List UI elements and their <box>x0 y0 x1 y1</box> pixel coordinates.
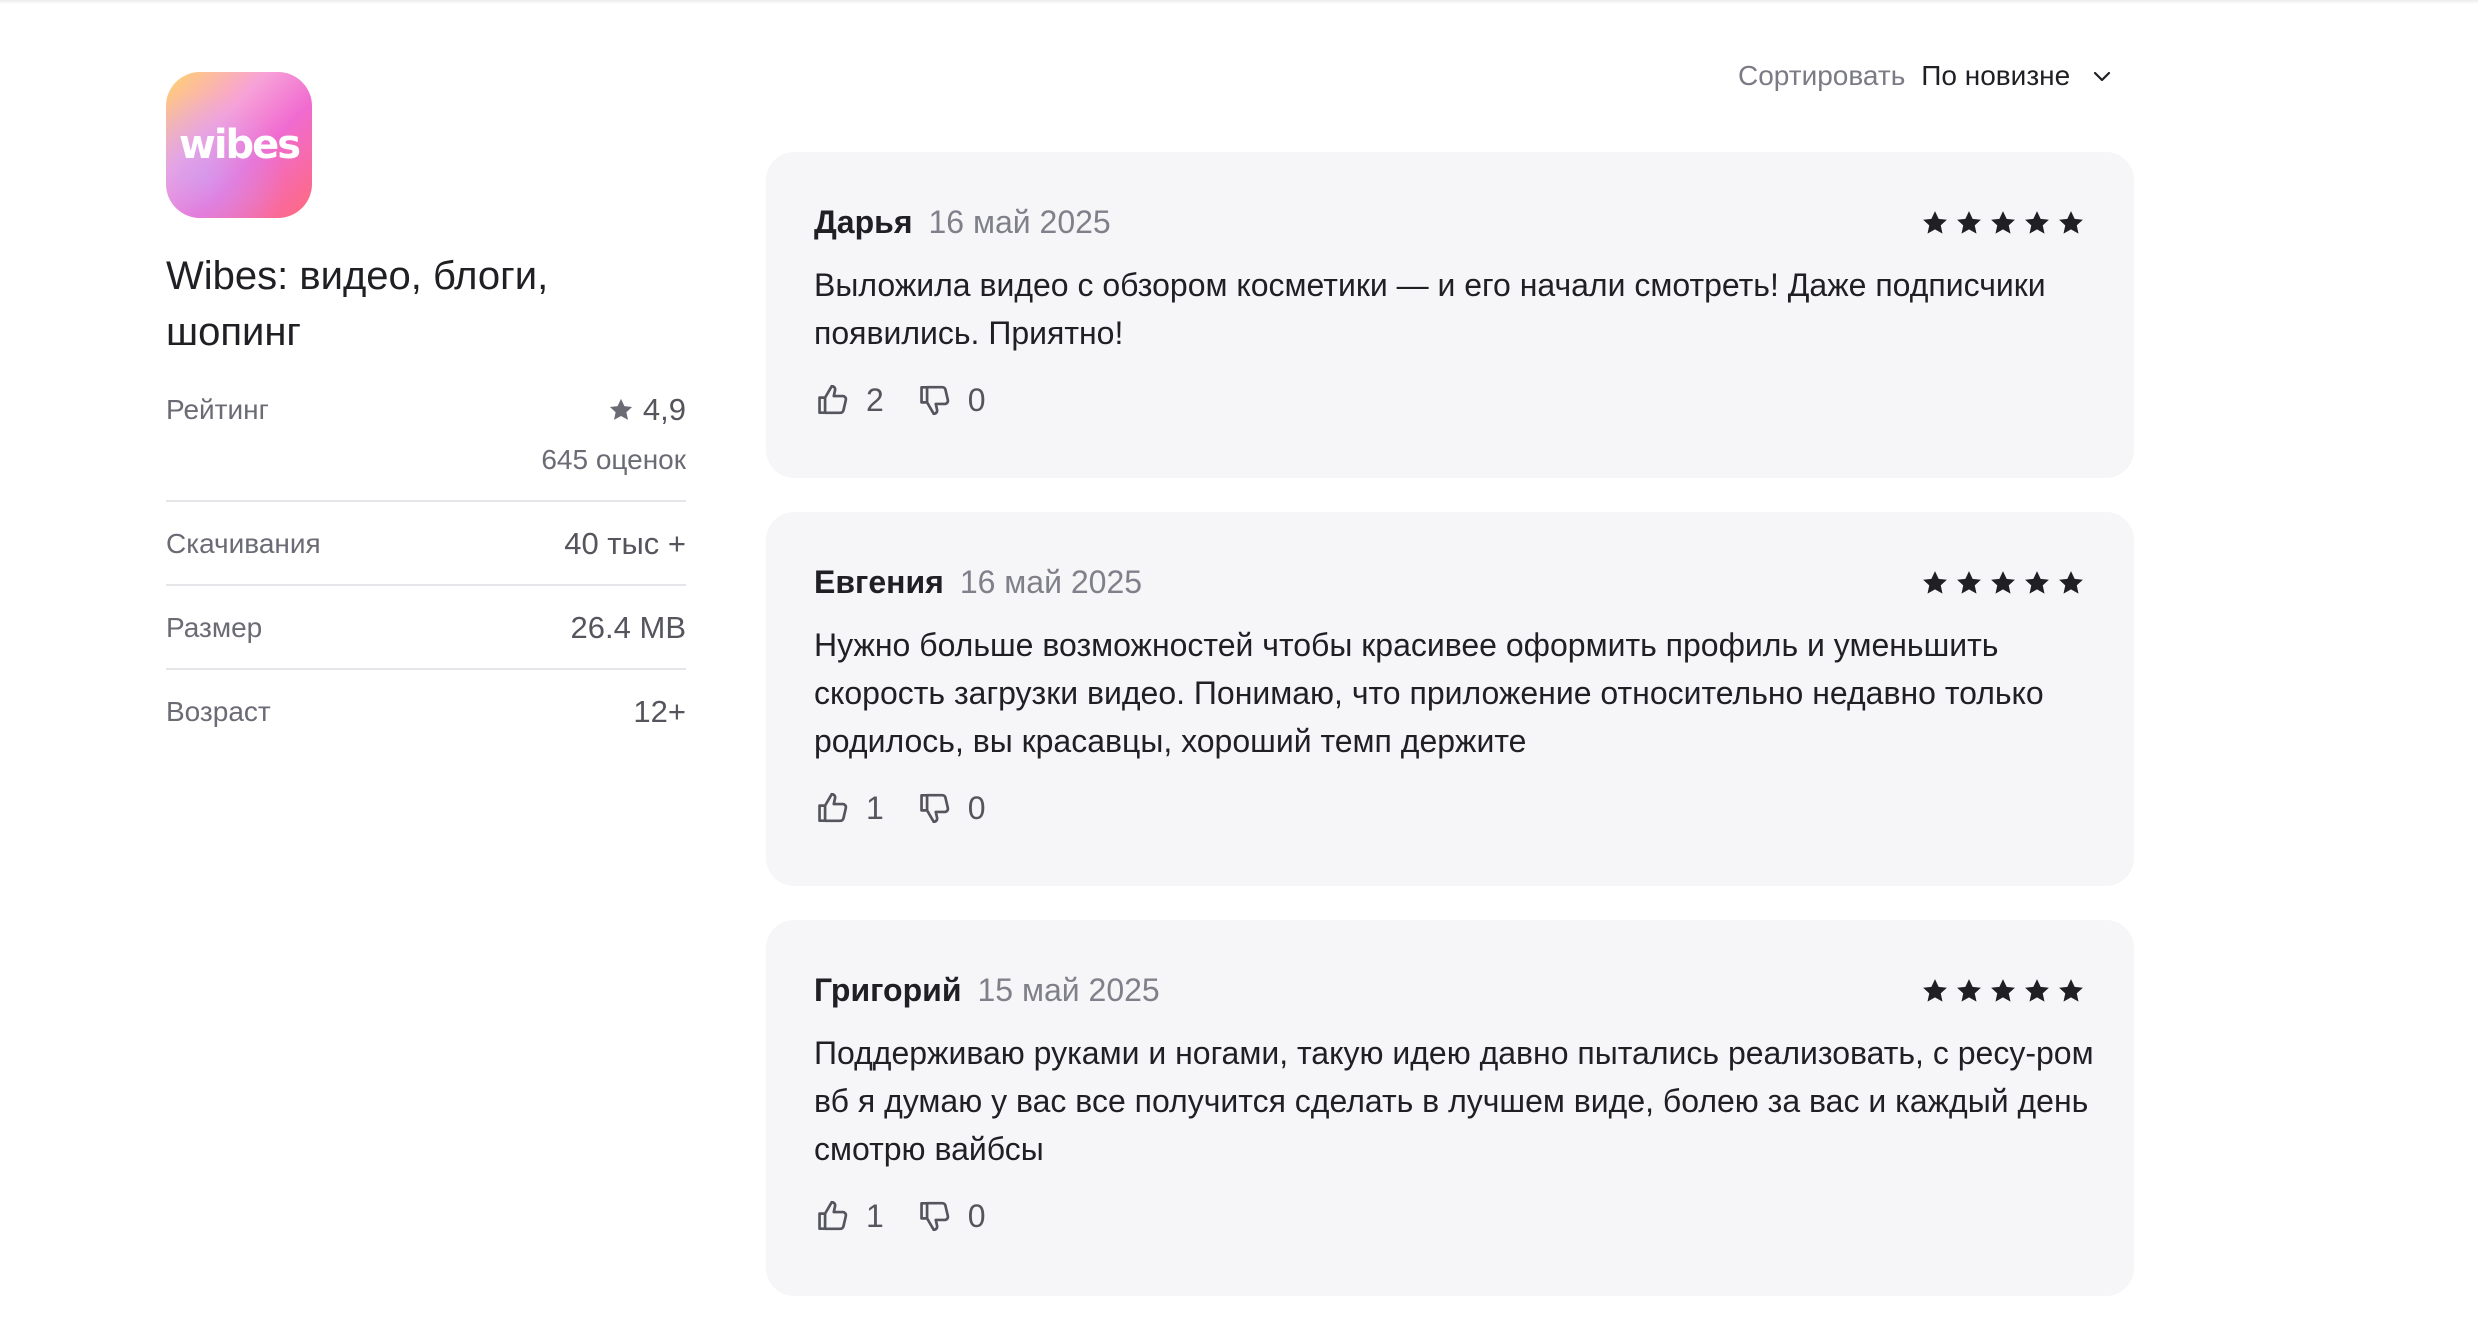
sort-dropdown[interactable]: По новизне <box>1921 56 2070 96</box>
star-icon <box>1923 978 1947 1002</box>
rating-value: 4,9 <box>642 392 686 427</box>
star-icon <box>2025 210 2049 234</box>
dislike-count: 0 <box>967 789 986 826</box>
star-icon <box>1991 978 2015 1002</box>
chevron-down-icon[interactable] <box>2090 64 2114 88</box>
dislike-count: 0 <box>967 381 986 418</box>
review-text: Выложила видео с обзором косметики — и е… <box>814 267 2046 351</box>
like-count: 2 <box>866 381 884 418</box>
review-votes: 2 0 <box>814 381 2086 419</box>
star-icon <box>2025 978 2049 1002</box>
like-button[interactable]: 2 <box>814 381 884 419</box>
app-info-panel: wibes Wibes: видео, блоги, шопинг Рейтин… <box>166 72 686 752</box>
downloads-row: Скачивания 40 тыс + <box>166 502 686 586</box>
like-count: 1 <box>866 1197 884 1234</box>
star-icon <box>1991 210 2015 234</box>
size-value: 26.4 MB <box>570 610 686 645</box>
star-icon <box>2059 978 2083 1002</box>
thumbs-up-icon[interactable] <box>814 789 852 827</box>
sort-label: Сортировать <box>1738 60 1906 91</box>
dislike-button[interactable]: 0 <box>916 381 986 419</box>
review-date: 16 май 2025 <box>959 564 1143 600</box>
like-button[interactable]: 1 <box>814 789 884 827</box>
like-count: 1 <box>866 789 884 826</box>
reviewer-name: Дарья <box>814 204 913 240</box>
review-date: 15 май 2025 <box>977 972 1160 1008</box>
dislike-count: 0 <box>967 1197 986 1234</box>
reviewer-name: Евгения <box>814 564 944 600</box>
star-icon <box>1923 210 1947 234</box>
rating-label: Рейтинг <box>166 394 269 425</box>
review-votes: 1 0 <box>814 1197 2086 1235</box>
star-icon <box>1957 978 1981 1002</box>
review-stars <box>1920 976 2086 1006</box>
sort-control[interactable]: Сортировать По новизне <box>1738 56 2114 96</box>
rating-count: 645 оценок <box>541 444 686 475</box>
thumbs-up-icon[interactable] <box>814 1197 852 1235</box>
dislike-button[interactable]: 0 <box>916 1197 986 1235</box>
star-icon <box>1923 570 1947 594</box>
downloads-label: Скачивания <box>166 528 321 559</box>
review-text: Поддерживаю руками и ногами, такую идею … <box>814 1035 2094 1167</box>
review-card: Евгения 16 май 2025 Нужно больше возможн… <box>766 512 2134 886</box>
star-icon <box>1957 570 1981 594</box>
review-date: 16 май 2025 <box>928 204 1111 240</box>
app-logo-icon: wibes <box>166 72 312 218</box>
reviewer-name: Григорий <box>814 972 962 1008</box>
size-label: Размер <box>166 612 263 643</box>
thumbs-down-icon[interactable] <box>916 789 954 827</box>
star-icon <box>2025 570 2049 594</box>
star-icon <box>2059 570 2083 594</box>
top-shadow <box>0 0 2478 4</box>
review-card: Дарья 16 май 2025 Выложила видео с обзор… <box>766 152 2134 478</box>
review-card: Григорий 15 май 2025 Поддерживаю руками … <box>766 920 2134 1296</box>
star-icon <box>609 398 632 420</box>
star-icon <box>1991 570 2015 594</box>
thumbs-down-icon[interactable] <box>916 1197 954 1235</box>
age-row: Возраст 12+ <box>166 670 686 752</box>
size-row: Размер 26.4 MB <box>166 586 686 670</box>
downloads-value: 40 тыс + <box>564 526 686 561</box>
rating-row: Рейтинг 4,9 645 оценок <box>166 390 686 502</box>
thumbs-up-icon[interactable] <box>814 381 852 419</box>
age-value: 12+ <box>633 694 686 729</box>
star-icon <box>2059 210 2083 234</box>
age-label: Возраст <box>166 696 271 727</box>
review-text: Нужно больше возможностей чтобы красивее… <box>814 627 2044 759</box>
thumbs-down-icon[interactable] <box>916 381 954 419</box>
app-title: Wibes: видео, блоги, шопинг <box>166 254 549 354</box>
like-button[interactable]: 1 <box>814 1197 884 1235</box>
dislike-button[interactable]: 0 <box>916 789 986 827</box>
star-icon <box>1957 210 1981 234</box>
review-stars <box>1920 568 2086 598</box>
review-stars <box>1920 208 2086 238</box>
review-votes: 1 0 <box>814 789 2086 827</box>
app-stats: Рейтинг 4,9 645 оценок Скачивания 40 тыс… <box>166 390 686 752</box>
